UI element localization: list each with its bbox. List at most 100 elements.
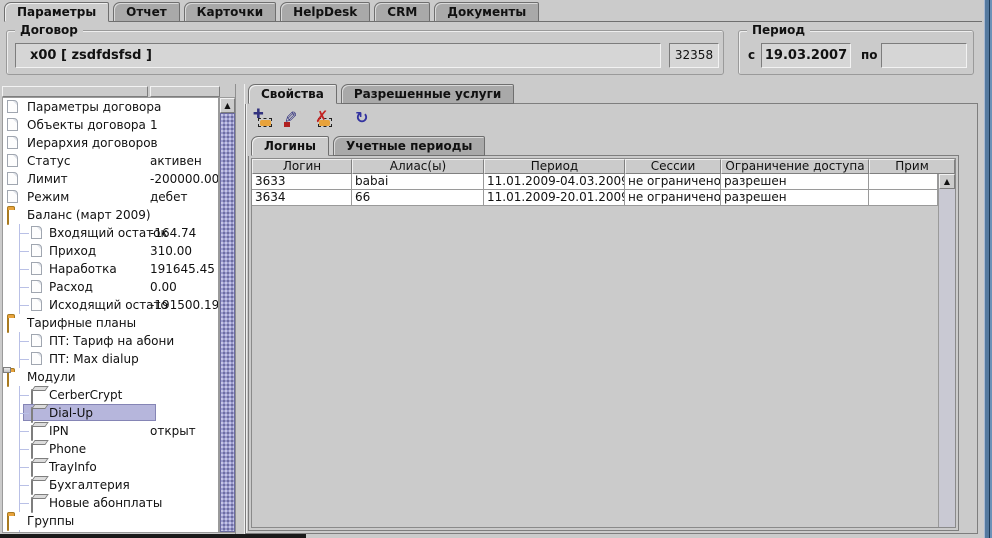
document-icon bbox=[31, 262, 42, 275]
tree-item-label: Группы bbox=[27, 512, 74, 530]
tree-item-Баланс (март 2009)[interactable]: Баланс (март 2009) bbox=[3, 206, 218, 224]
tree-item-Тарифные планы[interactable]: Тарифные планы bbox=[3, 314, 218, 332]
tree-guide-line bbox=[19, 449, 29, 450]
column-header-Сессии[interactable]: Сессии bbox=[625, 159, 721, 174]
top-tab-5[interactable]: Документы bbox=[434, 2, 539, 22]
logins-table-scrollbar[interactable]: ▲ bbox=[938, 174, 955, 527]
tree-guide-line bbox=[19, 305, 29, 306]
logins-tab-1[interactable]: Учетные периоды bbox=[333, 136, 485, 156]
table-cell bbox=[869, 190, 938, 206]
table-cell: не ограничено bbox=[625, 190, 721, 206]
top-tab-2[interactable]: Карточки bbox=[184, 2, 277, 22]
tree-item-Наработка[interactable]: Наработка 191645.45 bbox=[3, 260, 218, 278]
header-panel: Договор x00 [ zsdfdsfsd ] 32358 Период с… bbox=[0, 22, 984, 80]
tree-item-Входящий остаток[interactable]: Входящий остаток-164.74 bbox=[3, 224, 218, 242]
window-bottom-edge bbox=[0, 534, 306, 538]
tree-item-label: ПТ: Тариф на абони bbox=[49, 332, 174, 350]
module-tab-1[interactable]: Разрешенные услуги bbox=[341, 84, 514, 104]
tree-item-ПТ: Max dialup[interactable]: ПТ: Max dialup bbox=[3, 350, 218, 368]
table-cell: 11.01.2009-20.01.2009 bbox=[484, 190, 625, 206]
tree-item-Объекты договора[interactable]: Объекты договора1 bbox=[3, 116, 218, 134]
column-header-Алиас(ы)[interactable]: Алиас(ы) bbox=[352, 159, 484, 174]
tree-item-label: ПТ: Max dialup bbox=[49, 350, 139, 368]
table-row[interactable]: 3633babai11.01.2009-04.03.2009не огранич… bbox=[252, 174, 938, 190]
tree-item-Параметры договора[interactable]: Параметры договора bbox=[3, 98, 218, 116]
tree-column-header-value[interactable] bbox=[150, 86, 220, 97]
tree-scrollbar[interactable]: ▲ bbox=[219, 97, 236, 533]
table-cell: разрешен bbox=[721, 190, 869, 206]
tree-item-CerberCrypt[interactable]: CerberCrypt bbox=[3, 386, 218, 404]
tree-item-label: Phone bbox=[49, 440, 86, 458]
tree-item-Бухгалтерия[interactable]: Бухгалтерия bbox=[3, 476, 218, 494]
document-icon bbox=[31, 334, 42, 347]
table-cell: не ограничено bbox=[625, 174, 721, 190]
top-tab-4[interactable]: CRM bbox=[374, 2, 430, 22]
tree-item-Dial-Up[interactable]: Dial-Up bbox=[3, 404, 218, 422]
top-tab-3[interactable]: HelpDesk bbox=[280, 2, 370, 22]
tree-item-Приход[interactable]: Приход310.00 bbox=[3, 242, 218, 260]
table-row[interactable]: 36346611.01.2009-20.01.2009не ограничено… bbox=[252, 190, 938, 206]
tree-item-value: активен bbox=[150, 152, 202, 170]
tree-item-label: CerberCrypt bbox=[49, 386, 122, 404]
scroll-up-icon[interactable]: ▲ bbox=[939, 174, 955, 189]
logins-table-body: 3633babai11.01.2009-04.03.2009не огранич… bbox=[252, 174, 955, 206]
tree-item-label: Наработка bbox=[49, 260, 117, 278]
period-from-field[interactable]: 19.03.2007 bbox=[761, 43, 851, 68]
tree-item-value: -191500.19 bbox=[150, 296, 219, 314]
tree-guide-line bbox=[19, 395, 29, 396]
delete-login-icon[interactable]: ✗ bbox=[313, 108, 335, 130]
contract-group-title: Договор bbox=[15, 23, 83, 37]
contract-field[interactable]: x00 [ zsdfdsfsd ] bbox=[15, 43, 661, 68]
tree-item-value: открыт bbox=[150, 422, 196, 440]
tree-item-Группы[interactable]: Группы bbox=[3, 512, 218, 530]
document-icon bbox=[7, 190, 18, 203]
tree-scrollbar-thumb[interactable] bbox=[220, 113, 235, 532]
tree-item-Расход[interactable]: Расход0.00 bbox=[3, 278, 218, 296]
tree-item-Phone[interactable]: Phone bbox=[3, 440, 218, 458]
logins-tab-0[interactable]: Логины bbox=[251, 136, 329, 156]
tree-item-value: дебет bbox=[150, 188, 187, 206]
tree-guide-line bbox=[19, 341, 29, 342]
tree-item-Модули[interactable]: Модули bbox=[3, 368, 218, 386]
contract-tree-panel: Параметры договораОбъекты договора1Иерар… bbox=[2, 84, 235, 534]
tree-item-Лимит[interactable]: Лимит-200000.00 bbox=[3, 170, 218, 188]
period-to-label: по bbox=[861, 48, 878, 62]
tree-item-IPN[interactable]: IPNоткрыт bbox=[3, 422, 218, 440]
tree-item-Статус[interactable]: Статус активен bbox=[3, 152, 218, 170]
document-icon bbox=[7, 154, 18, 167]
tree-item-Иерархия договоров[interactable]: Иерархия договоров bbox=[3, 134, 218, 152]
column-header-Ограничение доступа[interactable]: Ограничение доступа bbox=[721, 159, 869, 174]
contract-id-field[interactable]: 32358 bbox=[669, 43, 719, 68]
tree-item-ПТ: Тариф на абони[interactable]: ПТ: Тариф на абони bbox=[3, 332, 218, 350]
panel-splitter[interactable] bbox=[235, 84, 245, 538]
tree-item-Режим[interactable]: Режимдебет bbox=[3, 188, 218, 206]
edit-login-icon[interactable]: ✎ bbox=[283, 108, 305, 130]
document-icon bbox=[31, 352, 42, 365]
tree-item-Новые абонплаты[interactable]: Новые абонплаты bbox=[3, 494, 218, 512]
tree-item-label: Статус bbox=[27, 152, 70, 170]
tree-item-value: 191645.45 bbox=[150, 260, 215, 278]
tree-guide-line bbox=[19, 485, 29, 486]
tree-item-TrayInfo[interactable]: TrayInfo bbox=[3, 458, 218, 476]
add-login-icon[interactable]: ✚ bbox=[253, 108, 275, 130]
logins-tabbar: ЛогиныУчетные периоды bbox=[251, 136, 959, 156]
tree-item-label: Бухгалтерия bbox=[49, 476, 130, 494]
refresh-icon[interactable]: ↻ bbox=[353, 108, 375, 130]
scroll-up-icon[interactable]: ▲ bbox=[220, 98, 235, 113]
column-header-Логин[interactable]: Логин bbox=[252, 159, 352, 174]
document-icon bbox=[31, 532, 42, 533]
period-to-field[interactable] bbox=[881, 43, 967, 68]
top-tab-0[interactable]: Параметры bbox=[4, 2, 109, 22]
tree-column-header-name[interactable] bbox=[2, 86, 148, 97]
column-header-Период[interactable]: Период bbox=[484, 159, 625, 174]
tree-item-label: Тарифные планы bbox=[27, 314, 136, 332]
tree-item-value: 310.00 bbox=[150, 242, 192, 260]
top-tab-1[interactable]: Отчет bbox=[113, 2, 180, 22]
tree-item-S[interactable]: S bbox=[3, 530, 218, 533]
module-tab-0[interactable]: Свойства bbox=[248, 84, 337, 104]
orange-blob bbox=[260, 120, 271, 126]
tree-item-value: -200000.00 bbox=[150, 170, 219, 188]
tree-item-Исходящий остато[interactable]: Исходящий остато-191500.19 bbox=[3, 296, 218, 314]
column-header-Прим[interactable]: Прим bbox=[869, 159, 955, 174]
module-box-icon bbox=[31, 461, 33, 477]
